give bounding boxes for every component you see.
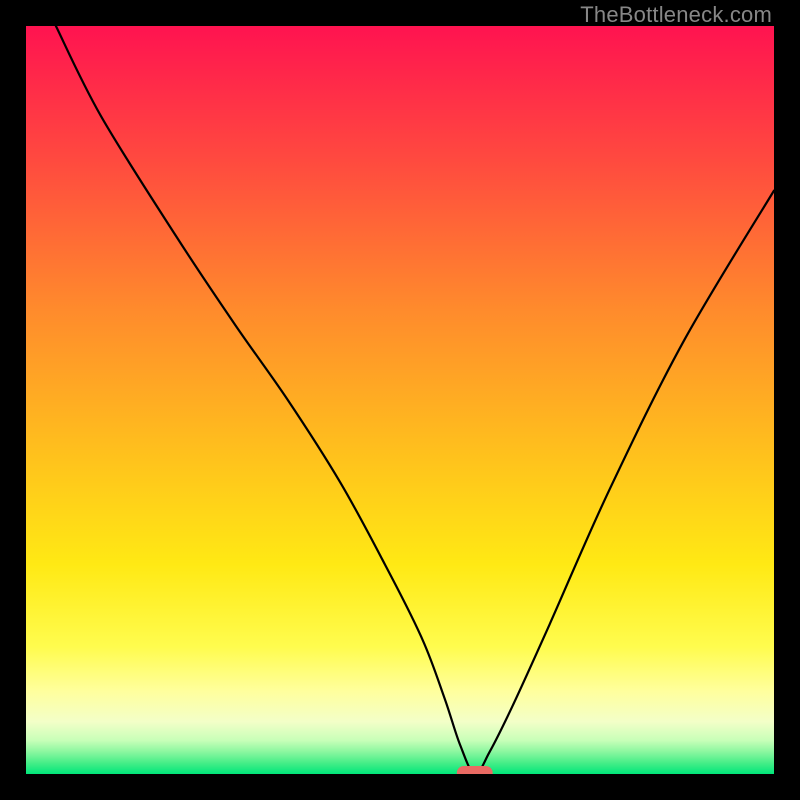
bottleneck-chart [26,26,774,774]
chart-frame [26,26,774,774]
watermark-text: TheBottleneck.com [580,2,772,28]
optimal-range-marker [457,766,493,774]
gradient-background [26,26,774,774]
